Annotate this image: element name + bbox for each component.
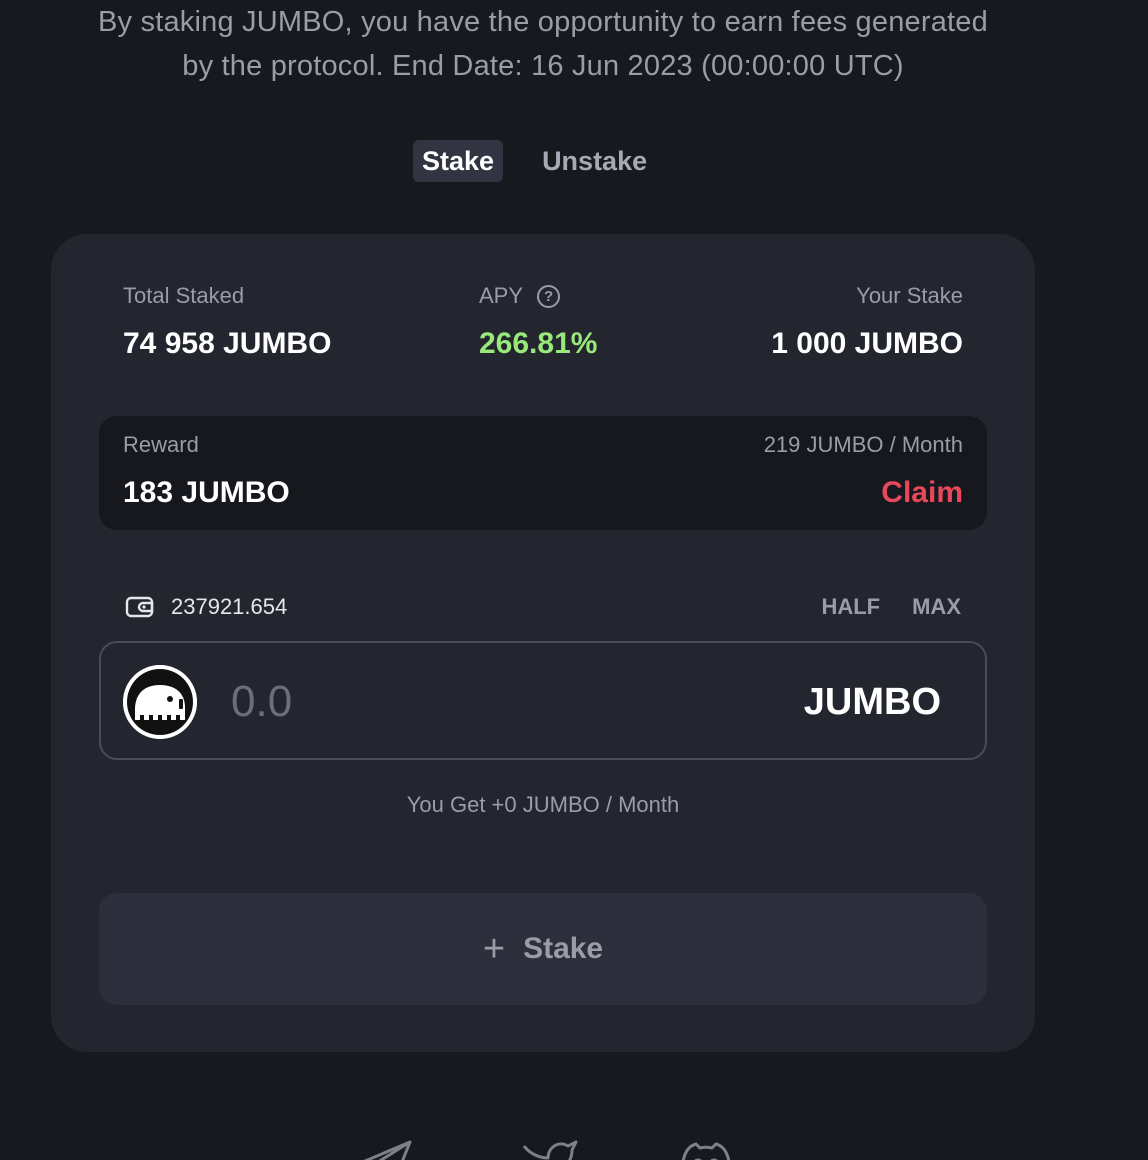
reward-rate: 219 JUMBO / Month [763, 432, 963, 457]
wallet-balance: 237921.654 [125, 594, 287, 620]
staking-description: By staking JUMBO, you have the opportuni… [0, 0, 1086, 88]
stake-card: Total Staked 74 958 JUMBO APY ? 266.81% … [51, 234, 1035, 1052]
stake-button[interactable]: + Stake [99, 893, 987, 1005]
total-staked-value: 74 958 JUMBO [123, 327, 332, 360]
apy-label: APY [479, 283, 524, 308]
reward-panel: Reward 219 JUMBO / Month 183 JUMBO Claim [99, 416, 987, 530]
help-icon[interactable]: ? [537, 284, 561, 308]
token-symbol: JUMBO [803, 681, 941, 723]
reward-value: 183 JUMBO [123, 476, 290, 509]
total-staked-label: Total Staked [123, 283, 245, 308]
max-button[interactable]: MAX [912, 594, 961, 620]
stake-button-label: Stake [523, 932, 604, 965]
your-stake-stat: Your Stake 1 000 JUMBO [771, 282, 963, 364]
amount-field: JUMBO [99, 641, 987, 760]
telegram-icon[interactable] [352, 1134, 416, 1160]
stake-tabs: Stake Unstake [413, 140, 656, 182]
balance-value: 237921.654 [171, 594, 288, 619]
quick-amount-buttons: HALF MAX [821, 594, 961, 620]
description-line-2: by the protocol. End Date: 16 Jun 2023 (… [182, 50, 904, 82]
total-staked-stat: Total Staked 74 958 JUMBO [123, 282, 331, 364]
apy-value: 266.81% [479, 327, 598, 360]
tab-unstake[interactable]: Unstake [533, 140, 656, 182]
apy-stat: APY ? 266.81% [479, 282, 597, 364]
half-button[interactable]: HALF [821, 594, 880, 620]
discord-icon[interactable] [674, 1134, 738, 1160]
your-stake-value: 1 000 JUMBO [771, 327, 963, 360]
jumbo-elephant-logo-icon [123, 665, 197, 739]
wallet-icon [125, 596, 154, 618]
claim-button[interactable]: Claim [881, 476, 963, 510]
reward-label: Reward [123, 432, 199, 457]
tab-stake[interactable]: Stake [413, 140, 504, 182]
your-stake-label: Your Stake [856, 283, 963, 308]
description-line-1: By staking JUMBO, you have the opportuni… [98, 6, 988, 38]
estimated-reward-text: You Get +0 JUMBO / Month [406, 792, 680, 817]
plus-icon: + [482, 928, 506, 970]
stake-amount-input[interactable] [231, 671, 711, 733]
social-links [0, 1134, 1148, 1160]
twitter-icon[interactable] [518, 1134, 582, 1160]
